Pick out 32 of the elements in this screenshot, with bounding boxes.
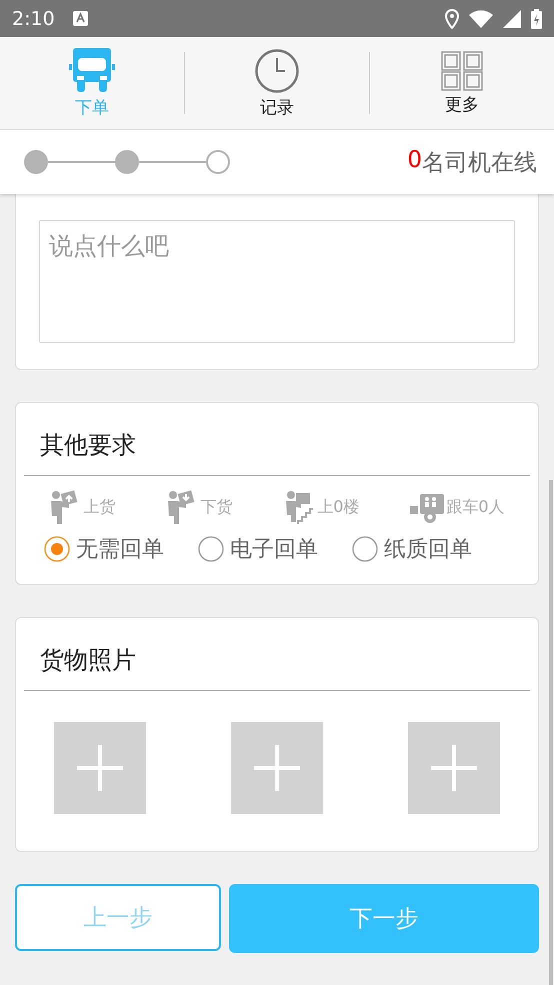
add-photo-button[interactable] (231, 722, 323, 814)
next-button[interactable]: 下一步 (229, 884, 539, 953)
location-icon (445, 8, 459, 28)
message-field[interactable]: 说点什么吧 (39, 220, 515, 343)
plus-icon (431, 745, 477, 791)
add-photo-button[interactable] (54, 722, 146, 814)
truck-icon (68, 48, 116, 94)
clock-icon (254, 48, 300, 94)
receipt-radio[interactable]: 无需回单 (44, 534, 164, 564)
wifi-icon (469, 10, 493, 28)
card-title: 货物照片 (24, 618, 530, 691)
receipt-radio[interactable]: 电子回单 (198, 534, 318, 564)
signal-icon (503, 10, 521, 28)
grid-icon (441, 50, 483, 90)
service-option[interactable]: 上0楼 (283, 490, 360, 524)
driver-count: 0 (407, 146, 422, 174)
receipt-radio[interactable]: 纸质回单 (352, 534, 472, 564)
service-option[interactable]: 上货 (49, 490, 116, 524)
nav-tab[interactable]: 下单 (0, 48, 184, 118)
online-label: 名司机在线 (422, 148, 537, 178)
plus-icon (77, 745, 123, 791)
card-title: 其他要求 (24, 403, 530, 476)
service-option[interactable]: 跟车0人 (410, 490, 505, 524)
plus-icon (254, 745, 300, 791)
previous-button[interactable]: 上一步 (15, 884, 221, 951)
service-option[interactable]: 下货 (166, 490, 232, 524)
battery-icon (531, 8, 542, 28)
nav-tab[interactable]: 记录 (185, 48, 369, 118)
add-photo-button[interactable] (408, 722, 500, 814)
keyboard-notification-icon (72, 11, 88, 26)
nav-tab[interactable]: 更多 (370, 50, 554, 116)
status-time: 2:10 (12, 8, 55, 30)
